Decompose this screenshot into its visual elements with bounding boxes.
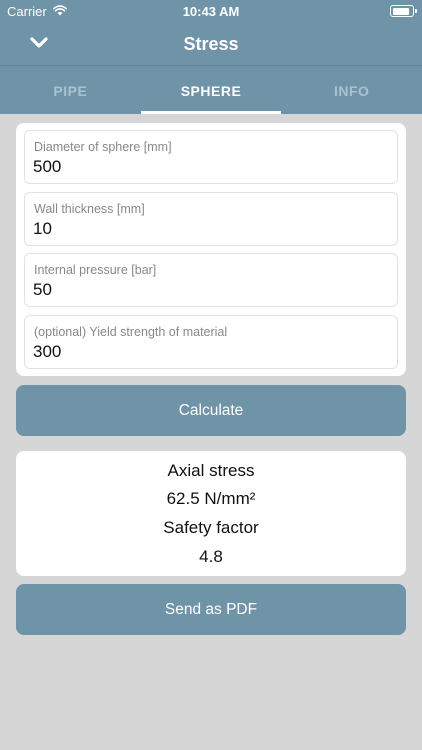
wall-thickness-label: Wall thickness [mm] xyxy=(34,202,145,216)
diameter-label: Diameter of sphere [mm] xyxy=(34,140,172,154)
navigation-bar: Stress xyxy=(0,22,422,65)
internal-pressure-field[interactable]: Internal pressure [bar] 50 xyxy=(24,253,398,307)
tab-bar: PIPE SPHERE INFO xyxy=(0,66,422,114)
status-time: 10:43 AM xyxy=(182,4,240,19)
internal-pressure-label: Internal pressure [bar] xyxy=(34,263,157,277)
yield-strength-value[interactable]: 300 xyxy=(33,342,61,362)
diameter-value[interactable]: 500 xyxy=(33,157,61,177)
wall-thickness-field[interactable]: Wall thickness [mm] 10 xyxy=(24,192,398,246)
yield-strength-field[interactable]: (optional) Yield strength of material 30… xyxy=(24,315,398,369)
safety-factor-value: 4.8 xyxy=(199,547,223,566)
tab-sphere[interactable]: SPHERE xyxy=(140,66,282,114)
page-title: Stress xyxy=(183,34,239,54)
axial-stress-label: Axial stress xyxy=(167,461,255,480)
axial-stress-value: 62.5 N/mm² xyxy=(166,489,256,508)
back-button[interactable] xyxy=(26,32,52,54)
input-form-card: Diameter of sphere [mm] 500 Wall thickne… xyxy=(16,123,406,376)
yield-strength-label: (optional) Yield strength of material xyxy=(34,325,228,339)
battery-icon xyxy=(390,5,417,17)
chevron-down-icon xyxy=(30,37,48,48)
tab-info[interactable]: INFO xyxy=(281,66,422,114)
send-pdf-button[interactable]: Send as PDF xyxy=(16,584,406,635)
diameter-field[interactable]: Diameter of sphere [mm] 500 xyxy=(24,130,398,184)
safety-factor-label: Safety factor xyxy=(163,518,259,537)
tab-pipe[interactable]: PIPE xyxy=(0,66,141,114)
calculate-button[interactable]: Calculate xyxy=(16,385,406,436)
top-bar: Carrier 10:43 AM Stress PIPE SPHERE INFO xyxy=(0,0,422,114)
result-card: Axial stress 62.5 N/mm² Safety factor 4.… xyxy=(16,451,406,576)
internal-pressure-value[interactable]: 50 xyxy=(33,280,52,300)
status-bar: Carrier 10:43 AM xyxy=(0,0,422,22)
wall-thickness-value[interactable]: 10 xyxy=(33,219,52,239)
